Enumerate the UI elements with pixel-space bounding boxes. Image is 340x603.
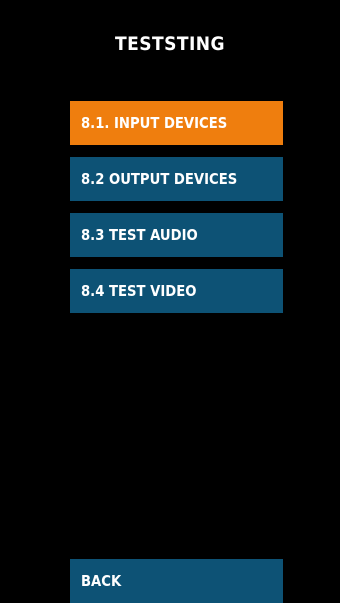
menu-item-output-devices[interactable]: 8.2 OUTPUT DEVICES [70, 157, 283, 201]
back-button-label: BACK [81, 572, 122, 590]
menu-item-label: 8.2 OUTPUT DEVICES [81, 170, 238, 188]
menu-item-label: 8.3 TEST AUDIO [81, 226, 198, 244]
menu-item-test-video[interactable]: 8.4 TEST VIDEO [70, 269, 283, 313]
menu-item-test-audio[interactable]: 8.3 TEST AUDIO [70, 213, 283, 257]
menu-item-label: 8.1. INPUT DEVICES [81, 114, 228, 132]
back-button[interactable]: BACK [70, 559, 283, 603]
page-title: TESTSTING [114, 33, 226, 55]
testing-menu-screen: TESTSTING 8.1. INPUT DEVICES 8.2 OUTPUT … [0, 0, 340, 603]
menu-list: 8.1. INPUT DEVICES 8.2 OUTPUT DEVICES 8.… [70, 101, 283, 325]
menu-item-label: 8.4 TEST VIDEO [81, 282, 197, 300]
menu-item-input-devices[interactable]: 8.1. INPUT DEVICES [70, 101, 283, 145]
